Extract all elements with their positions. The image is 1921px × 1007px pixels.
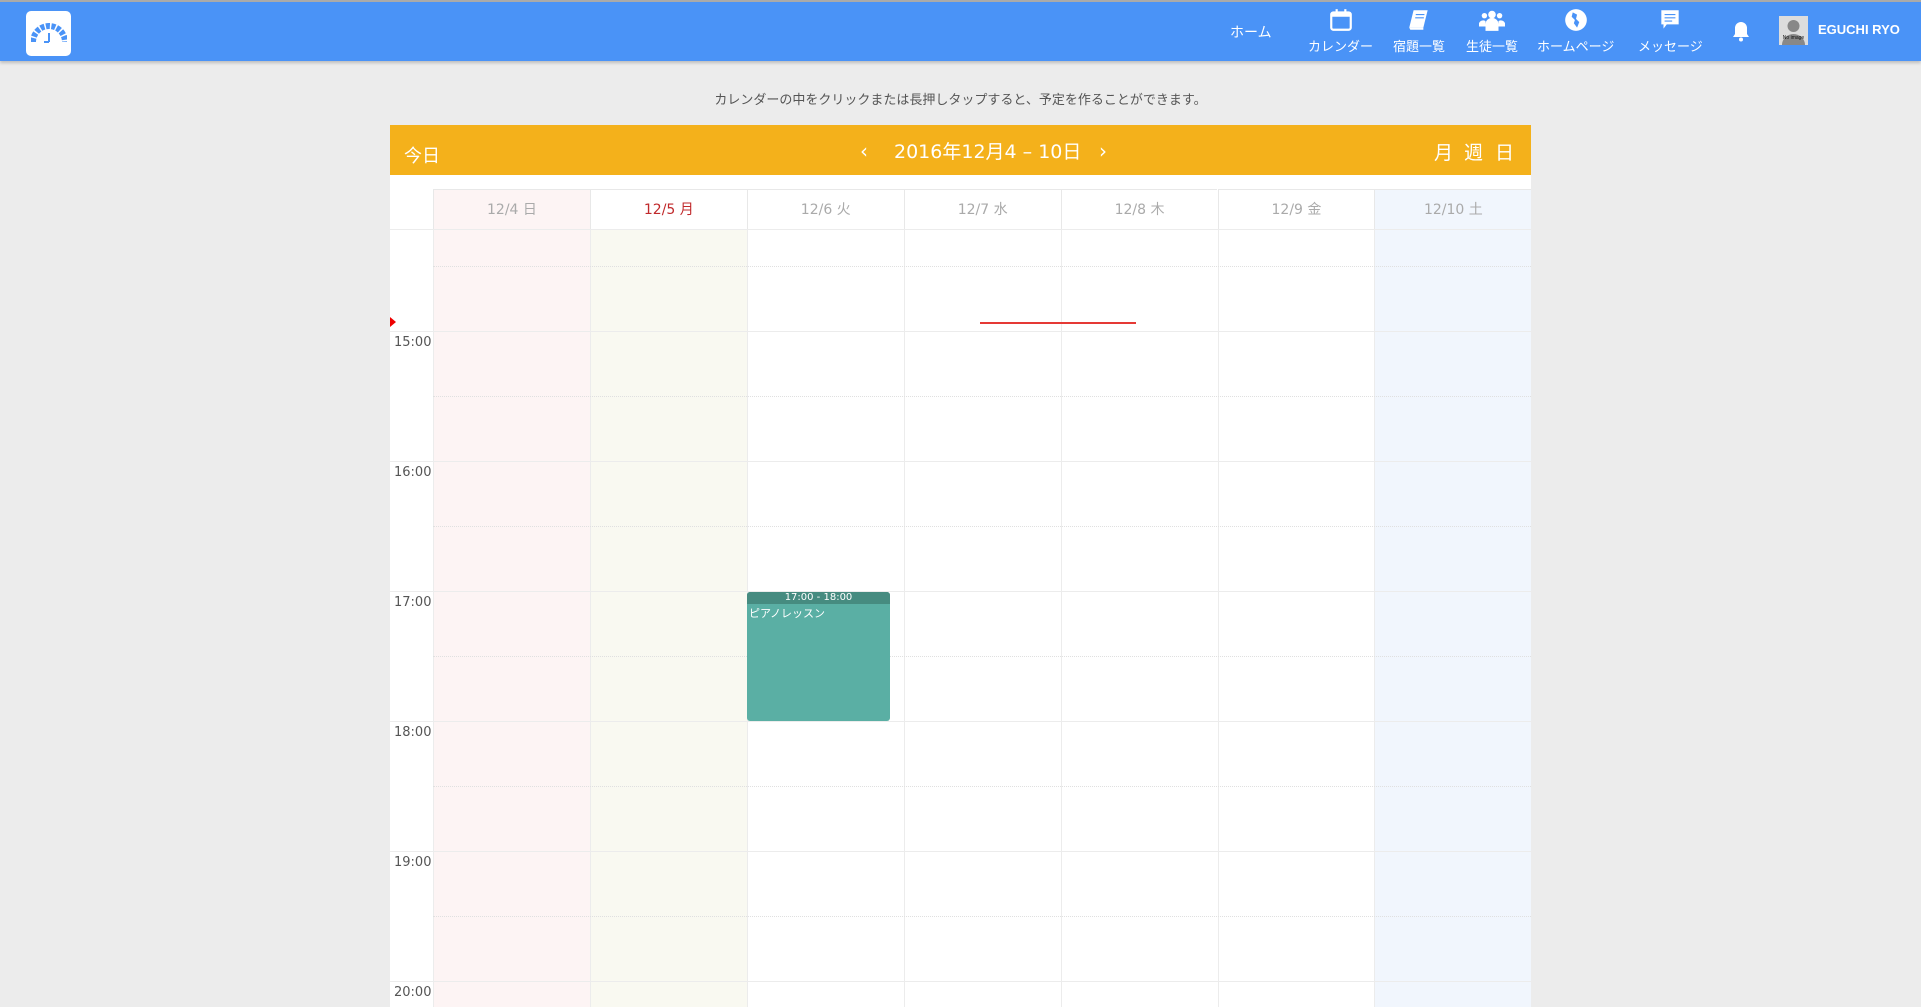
calendar-toolbar: 今日 ‹ 2016年12月4 – 10日 › 月 週 日	[390, 125, 1531, 175]
calendar-hint: カレンダーの中をクリックまたは長押しタップすると、予定を作ることができます。	[714, 93, 1207, 108]
view-month-button[interactable]: 月	[1434, 138, 1453, 165]
prev-week-button[interactable]: ‹	[860, 139, 868, 163]
calendar-event[interactable]: 17:00 - 18:00 ピアノレッスン	[747, 592, 890, 721]
day-header[interactable]: 12/9 金	[1217, 189, 1375, 229]
half-hour-line	[433, 656, 1531, 657]
top-navbar: ホーム カレンダー 宿題一覧 生徒一覧 ホームページ メッセージ No imag…	[0, 0, 1921, 61]
globe-icon	[1564, 9, 1587, 31]
half-hour-line	[433, 786, 1531, 787]
day-header[interactable]: 12/7 水	[903, 189, 1061, 229]
week-calendar: 今日 ‹ 2016年12月4 – 10日 › 月 週 日 12/4 日 12/5 …	[390, 125, 1531, 1007]
hour-label: 18:00	[394, 725, 432, 740]
hour-label: 19:00	[394, 855, 432, 870]
view-day-button[interactable]: 日	[1495, 138, 1514, 165]
calendar-icon	[1329, 9, 1352, 31]
nav-calendar[interactable]: カレンダー	[1308, 2, 1373, 61]
nav-students-label: 生徒一覧	[1466, 40, 1519, 55]
hour-label: 17:00	[394, 595, 432, 610]
today-button[interactable]: 今日	[404, 142, 440, 168]
next-week-button[interactable]: ›	[1099, 139, 1107, 163]
hour-line	[390, 591, 1531, 592]
message-icon	[1661, 10, 1680, 29]
nav-home-label: ホーム	[1230, 24, 1272, 41]
current-time-line	[980, 322, 1136, 324]
hour-label: 16:00	[394, 465, 432, 480]
half-hour-line	[433, 526, 1531, 527]
half-hour-line	[433, 396, 1531, 397]
nav-homepage-label: ホームページ	[1537, 40, 1615, 55]
grid-line	[390, 229, 1531, 230]
nav-home[interactable]: ホーム	[1230, 2, 1272, 61]
day-column[interactable]	[903, 229, 1061, 1007]
hour-label: 20:00	[394, 985, 432, 1000]
users-icon	[1479, 10, 1505, 31]
hour-line	[390, 461, 1531, 462]
hour-line	[390, 851, 1531, 852]
day-column[interactable]	[1060, 229, 1218, 1007]
day-header[interactable]: 12/4 日	[433, 189, 590, 229]
date-range-title: 2016年12月4 – 10日	[894, 141, 1082, 163]
nav-homework-label: 宿題一覧	[1393, 40, 1446, 55]
current-time-arrow	[390, 317, 396, 327]
avatar[interactable]: No image	[1779, 16, 1808, 45]
event-time: 17:00 - 18:00	[747, 592, 890, 604]
avatar-placeholder-text: No image	[1782, 35, 1805, 41]
user-name[interactable]: EGUCHI RYO	[1818, 22, 1900, 37]
day-header[interactable]: 12/10 土	[1374, 189, 1531, 229]
day-column[interactable]	[1217, 229, 1375, 1007]
app-logo[interactable]	[26, 11, 71, 56]
day-header[interactable]: 12/6 火	[746, 189, 904, 229]
half-hour-line	[433, 266, 1531, 267]
day-header[interactable]: 12/8 木	[1060, 189, 1218, 229]
nav-homepage[interactable]: ホームページ	[1537, 2, 1614, 61]
day-column[interactable]	[1374, 229, 1531, 1007]
hour-line	[390, 331, 1531, 332]
book-icon	[1409, 10, 1428, 30]
nav-messages-label: メッセージ	[1638, 40, 1703, 55]
hour-line	[390, 721, 1531, 722]
bell-icon[interactable]	[1731, 20, 1751, 42]
logo-icon	[30, 22, 67, 43]
day-column[interactable]	[589, 229, 747, 1007]
hour-line	[390, 981, 1531, 982]
nav-students[interactable]: 生徒一覧	[1466, 2, 1518, 61]
view-week-button[interactable]: 週	[1464, 138, 1483, 165]
nav-calendar-label: カレンダー	[1308, 40, 1374, 55]
hour-label: 15:00	[394, 335, 432, 350]
day-column[interactable]	[433, 229, 590, 1007]
half-hour-line	[433, 916, 1531, 917]
day-header[interactable]: 12/5 月	[589, 189, 747, 229]
nav-messages[interactable]: メッセージ	[1638, 2, 1703, 61]
nav-homework[interactable]: 宿題一覧	[1393, 2, 1445, 61]
event-title: ピアノレッスン	[749, 607, 826, 620]
